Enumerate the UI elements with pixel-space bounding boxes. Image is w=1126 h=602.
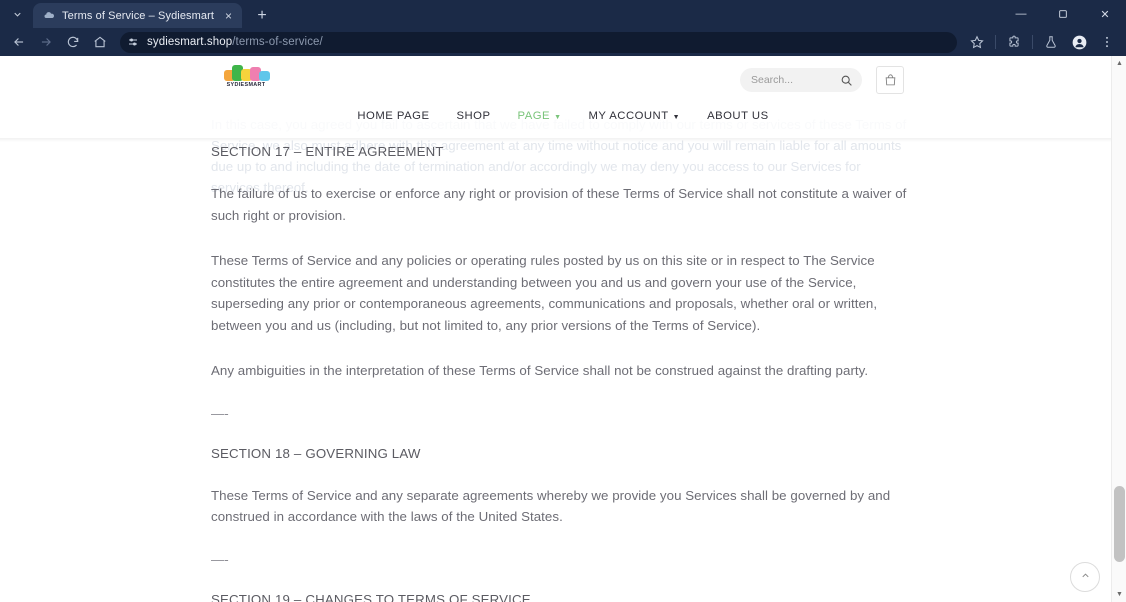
site-logo[interactable]: SYDIESMART xyxy=(222,64,270,88)
page-viewport: In this case, you agreed you fail to asc… xyxy=(0,56,1126,602)
tune-icon[interactable] xyxy=(125,35,140,50)
chevron-down-icon: ▼ xyxy=(554,113,562,121)
window-controls: — ✕ xyxy=(1000,0,1126,28)
browser-window: Terms of Service – Sydiesmart × + — ✕ sy… xyxy=(0,0,1126,602)
chevron-up-icon xyxy=(1080,568,1091,586)
site-sticky-header: SYDIESMART Search... HOME PAGE SHOP PAGE… xyxy=(0,56,1126,138)
tab-title: Terms of Service – Sydiesmart xyxy=(62,9,215,22)
browser-tab[interactable]: Terms of Service – Sydiesmart × xyxy=(33,3,243,28)
nav-item-about-us[interactable]: ABOUT US xyxy=(707,110,769,122)
section-separator: —- xyxy=(211,405,229,421)
nav-label: HOME PAGE xyxy=(357,110,430,122)
search-input[interactable] xyxy=(751,74,839,86)
nav-item-shop[interactable]: SHOP xyxy=(456,110,490,122)
section-heading: SECTION 19 – CHANGES TO TERMS OF SERVICE xyxy=(211,591,531,602)
toolbar-divider-2 xyxy=(1032,35,1033,49)
nav-item-home-page[interactable]: HOME PAGE xyxy=(357,110,429,122)
chevron-down-icon: ▼ xyxy=(672,113,681,121)
new-tab-button[interactable]: + xyxy=(249,3,275,28)
site-header-inner: SYDIESMART Search... HOME PAGE SHOP PAGE… xyxy=(222,56,904,138)
paragraph: Any ambiguities in the interpretation of… xyxy=(211,363,869,379)
nav-label: ABOUT US xyxy=(707,110,769,122)
cloud-icon xyxy=(42,9,55,22)
puzzle-piece-icon[interactable] xyxy=(1001,30,1027,54)
minimize-icon[interactable]: — xyxy=(1000,0,1042,28)
page-scrollbar[interactable]: ▲ ▼ xyxy=(1111,56,1126,602)
nav-label: SHOP xyxy=(456,110,491,122)
close-icon[interactable]: × xyxy=(221,8,236,23)
section-heading: SECTION 17 – ENTIRE AGREEMENT xyxy=(211,144,444,159)
header-shadow xyxy=(0,138,1126,142)
address-bar[interactable]: sydiesmart.shop/terms-of-service/ xyxy=(120,31,957,53)
profile-avatar-icon[interactable] xyxy=(1066,30,1092,54)
three-dot-menu-icon[interactable] xyxy=(1094,30,1120,54)
flask-icon[interactable] xyxy=(1038,30,1064,54)
url-domain: sydiesmart.shop xyxy=(147,36,233,48)
paragraph: These Terms of Service and any separate … xyxy=(211,487,891,525)
scroll-to-top-button[interactable] xyxy=(1070,562,1100,592)
site-search[interactable] xyxy=(740,68,862,92)
toolbar-divider xyxy=(995,35,996,49)
search-icon[interactable] xyxy=(839,73,854,88)
toolbar-right-icons xyxy=(964,30,1120,54)
maximize-icon[interactable] xyxy=(1042,0,1084,28)
section-heading: SECTION 18 – GOVERNING LAW xyxy=(211,445,421,461)
nav-item-page[interactable]: PAGE ▼ xyxy=(518,110,562,122)
paragraph: These Terms of Service and any policies … xyxy=(211,253,878,333)
scroll-up-arrow-icon[interactable]: ▲ xyxy=(1112,56,1126,71)
nav-label: PAGE xyxy=(517,110,551,122)
browser-toolbar: sydiesmart.shop/terms-of-service/ xyxy=(0,28,1126,56)
tab-strip: Terms of Service – Sydiesmart × + — ✕ xyxy=(0,0,1126,28)
address-bar-url: sydiesmart.shop/terms-of-service/ xyxy=(147,36,323,48)
scroll-down-arrow-icon[interactable]: ▼ xyxy=(1112,587,1126,602)
logo-wordmark: SYDIESMART xyxy=(226,82,266,88)
star-icon[interactable] xyxy=(964,30,990,54)
scrollbar-thumb[interactable] xyxy=(1114,486,1125,562)
nav-item-my-account[interactable]: MY ACCOUNT ▼ xyxy=(589,110,681,122)
logo-blocks-icon xyxy=(223,64,270,81)
forward-arrow-icon xyxy=(33,30,59,54)
terms-of-service-article: SECTION 17 – ENTIRE AGREEMENT The failur… xyxy=(211,144,911,602)
reload-icon[interactable] xyxy=(60,30,86,54)
close-window-icon[interactable]: ✕ xyxy=(1084,0,1126,28)
paragraph: The failure of us to exercise or enforce… xyxy=(211,186,907,223)
site-navigation: HOME PAGE SHOP PAGE ▼ MY ACCOUNT ▼ ABOUT xyxy=(222,110,904,122)
nav-label: MY ACCOUNT xyxy=(588,110,669,122)
shopping-bag-icon[interactable] xyxy=(876,66,904,94)
section-separator: —- xyxy=(211,551,229,567)
tab-search-chevron-down-icon[interactable] xyxy=(4,1,30,27)
url-path: /terms-of-service/ xyxy=(232,36,323,48)
home-icon[interactable] xyxy=(87,30,113,54)
back-arrow-icon[interactable] xyxy=(6,30,32,54)
